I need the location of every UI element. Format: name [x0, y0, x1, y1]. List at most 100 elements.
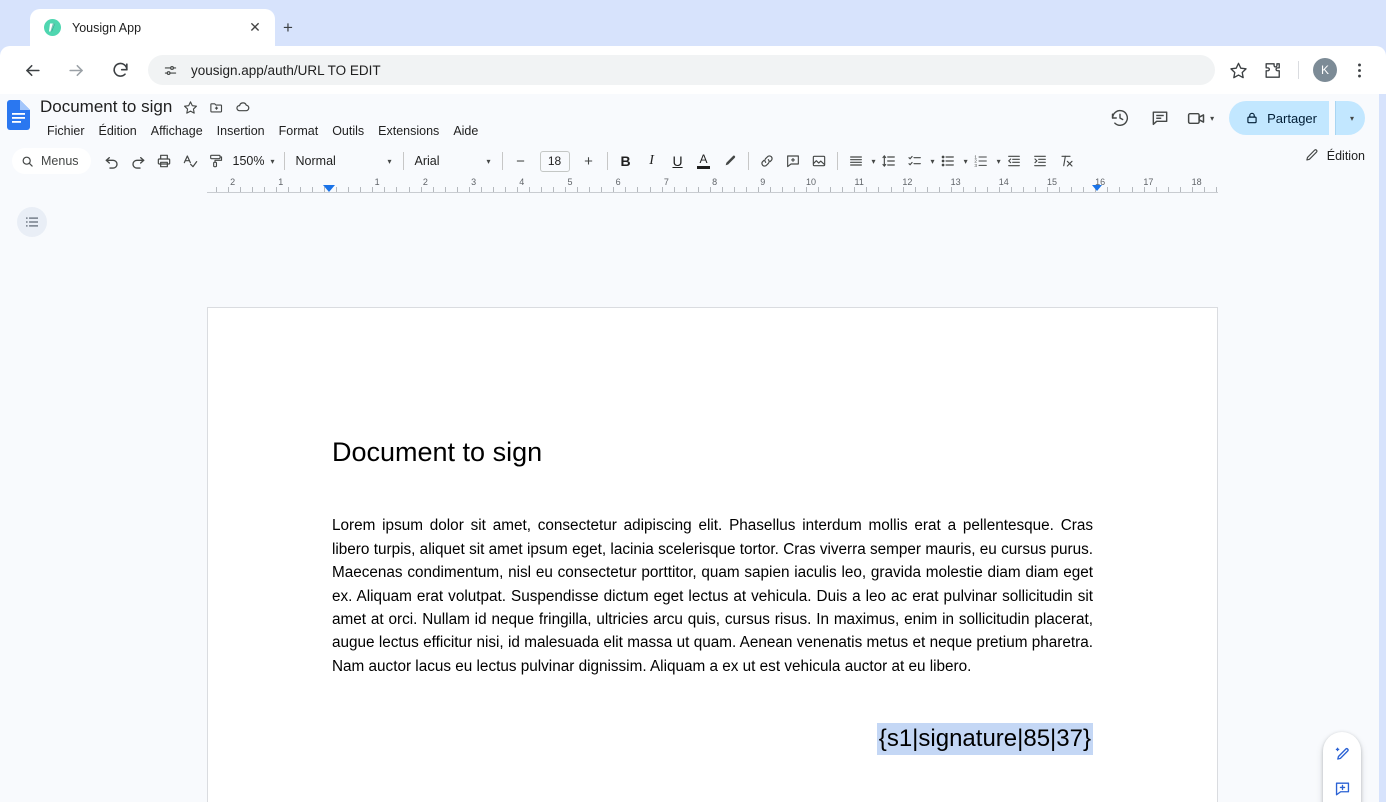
insert-image-icon[interactable]: [806, 148, 832, 174]
search-menus-button[interactable]: Menus: [12, 148, 91, 174]
text-color-button[interactable]: A: [691, 148, 717, 174]
browser-actions: K: [1223, 55, 1386, 85]
move-to-folder-icon[interactable]: [209, 100, 224, 115]
comment-history-icon[interactable]: [1143, 101, 1177, 135]
ruler[interactable]: 2 1 1 2 3 4 5 6 7 8 9 10 11 12 13 14 15 16 17 18: [0, 177, 1379, 195]
magic-pen-icon[interactable]: [1327, 739, 1357, 769]
ruler-tick: [601, 187, 602, 192]
bulleted-list-icon[interactable]: [935, 148, 961, 174]
close-icon[interactable]: ✕: [245, 18, 265, 38]
align-left-icon[interactable]: [843, 148, 869, 174]
browser-tab[interactable]: Yousign App ✕: [30, 9, 275, 46]
editing-mode-button[interactable]: Édition: [1304, 148, 1365, 163]
font-size-stepper[interactable]: − 18 +: [508, 148, 602, 174]
menu-affichage[interactable]: Affichage: [144, 122, 210, 140]
decrease-font-size-button[interactable]: −: [508, 148, 534, 174]
page-title[interactable]: Document to sign: [40, 97, 172, 117]
text-color-swatch: [697, 165, 711, 169]
add-comment-icon[interactable]: [780, 148, 806, 174]
decrease-indent-icon[interactable]: [1001, 148, 1027, 174]
zoom-selector[interactable]: 150% ▾: [229, 154, 279, 168]
ruler-tick: [951, 187, 952, 192]
divider: [1298, 61, 1299, 79]
ruler-tick: [276, 187, 277, 192]
chevron-down-icon: ▾: [486, 156, 491, 166]
ruler-number: 18: [1191, 177, 1202, 187]
signature-tag[interactable]: {s1|signature|85|37}: [876, 723, 1093, 756]
chevron-down-icon[interactable]: ▾: [931, 157, 935, 166]
ruler-number: 1: [374, 177, 380, 187]
share-dropdown-button[interactable]: ▾: [1335, 101, 1365, 135]
spellcheck-icon[interactable]: [177, 148, 203, 174]
ruler-tick: [1035, 187, 1036, 192]
menu-edition[interactable]: Édition: [92, 122, 144, 140]
paint-format-icon[interactable]: [203, 148, 229, 174]
italic-button[interactable]: I: [639, 148, 665, 174]
meet-camera-icon[interactable]: ▾: [1183, 101, 1217, 135]
new-tab-button[interactable]: +: [277, 17, 299, 39]
menu-fichier[interactable]: Fichier: [40, 122, 92, 140]
line-spacing-icon[interactable]: [876, 148, 902, 174]
underline-button[interactable]: U: [665, 148, 691, 174]
ruler-tick: [1059, 187, 1060, 192]
ruler-tick: [662, 187, 663, 192]
paragraph-style-selector[interactable]: Normal ▾: [290, 154, 398, 168]
ruler-tick: [312, 187, 313, 192]
clear-formatting-icon[interactable]: [1053, 148, 1079, 174]
ruler-tick: [927, 187, 928, 192]
font-family-selector[interactable]: Arial ▾: [409, 154, 497, 168]
reload-icon[interactable]: [106, 56, 134, 84]
address-bar[interactable]: yousign.app/auth/URL TO EDIT: [148, 55, 1215, 85]
right-indent-marker[interactable]: [1092, 185, 1102, 191]
menu-outils[interactable]: Outils: [325, 122, 371, 140]
menu-insertion[interactable]: Insertion: [210, 122, 272, 140]
back-arrow-icon[interactable]: [18, 56, 46, 84]
version-history-icon[interactable]: [1103, 101, 1137, 135]
ruler-tick: [830, 187, 831, 192]
document-page[interactable]: Document to sign Lorem ipsum dolor sit a…: [207, 307, 1218, 802]
ruler-tick: [541, 187, 542, 192]
left-indent-marker[interactable]: [323, 185, 335, 192]
menu-format[interactable]: Format: [272, 122, 326, 140]
ruler-tick: [1144, 187, 1145, 192]
site-settings-icon[interactable]: [162, 62, 179, 79]
puzzle-icon[interactable]: [1257, 55, 1287, 85]
three-dots-icon[interactable]: [1344, 55, 1374, 85]
star-icon[interactable]: [1223, 55, 1253, 85]
highlight-pen-icon[interactable]: [717, 148, 743, 174]
document-outline-icon[interactable]: [17, 207, 47, 237]
ruler-tick: [336, 187, 337, 192]
ruler-tick: [782, 187, 783, 192]
increase-indent-icon[interactable]: [1027, 148, 1053, 174]
redo-icon[interactable]: [125, 148, 151, 174]
menu-aide[interactable]: Aide: [446, 122, 485, 140]
zoom-value: 150%: [232, 154, 265, 168]
undo-icon[interactable]: [99, 148, 125, 174]
cloud-saved-icon[interactable]: [235, 99, 251, 115]
numbered-list-icon[interactable]: 123: [968, 148, 994, 174]
forward-arrow-icon[interactable]: [62, 56, 90, 84]
ruler-tick: [1216, 187, 1217, 192]
ruler-number: 3: [471, 177, 477, 187]
ruler-line: [207, 192, 1218, 193]
google-docs-icon[interactable]: [7, 100, 30, 130]
print-icon[interactable]: [151, 148, 177, 174]
chevron-down-icon: ▾: [387, 156, 392, 166]
menu-extensions[interactable]: Extensions: [371, 122, 446, 140]
chevron-down-icon[interactable]: ▾: [872, 157, 876, 166]
checklist-icon[interactable]: [902, 148, 928, 174]
increase-font-size-button[interactable]: +: [576, 148, 602, 174]
chevron-down-icon[interactable]: ▾: [1210, 114, 1214, 123]
share-button[interactable]: Partager: [1229, 101, 1329, 135]
editing-mode-label: Édition: [1326, 148, 1365, 163]
chevron-down-icon[interactable]: ▾: [997, 157, 1001, 166]
add-comment-icon[interactable]: [1327, 773, 1357, 802]
ruler-tick: [1107, 187, 1108, 192]
chevron-down-icon[interactable]: ▾: [964, 157, 968, 166]
insert-link-icon[interactable]: [754, 148, 780, 174]
font-size-input[interactable]: 18: [539, 150, 570, 172]
ruler-tick: [288, 187, 289, 192]
bold-button[interactable]: B: [613, 148, 639, 174]
avatar[interactable]: K: [1310, 55, 1340, 85]
star-icon[interactable]: [183, 100, 198, 115]
